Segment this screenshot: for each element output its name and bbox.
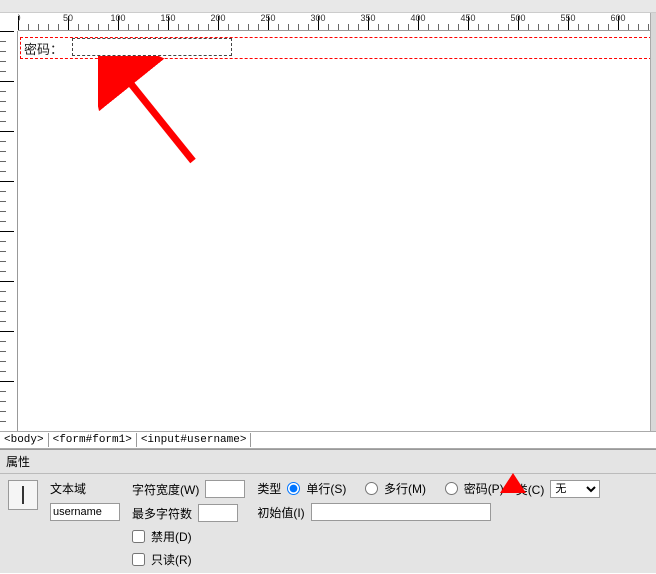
password-label: 密码： [24, 39, 63, 58]
tag-body[interactable]: <body> [0, 433, 49, 447]
readonly-checkbox[interactable] [132, 553, 145, 566]
class-select[interactable]: 无 [550, 480, 600, 498]
max-chars-input[interactable] [198, 504, 238, 522]
initial-value-label: 初始值(I) [257, 504, 304, 521]
type-password-label: 密码(P) [464, 480, 504, 497]
tag-selector-breadcrumb: <body> <form#form1> <input#username> [0, 431, 656, 449]
type-label: 类型 [257, 480, 281, 497]
tag-form[interactable]: <form#form1> [49, 433, 137, 447]
properties-title: 属性 [0, 450, 656, 474]
textfield-type-icon [8, 480, 38, 510]
type-single-radio[interactable] [287, 482, 300, 495]
textfield-placeholder[interactable] [72, 38, 232, 56]
disabled-label: 禁用(D) [151, 528, 192, 545]
textfield-label: 文本域 [50, 480, 120, 497]
horizontal-ruler: 050100150200250300350400450500550600650 [18, 13, 656, 31]
properties-panel: 属性 文本域 字符宽度(W) 最多字符数 禁用(D) 只读(R) [0, 449, 656, 573]
disabled-checkbox[interactable] [132, 530, 145, 543]
type-password-radio[interactable] [445, 482, 458, 495]
char-width-label: 字符宽度(W) [132, 481, 199, 498]
right-toolbar [650, 13, 656, 431]
char-width-input[interactable] [205, 480, 245, 498]
type-multi-label: 多行(M) [384, 480, 426, 497]
max-chars-label: 最多字符数 [132, 505, 192, 522]
readonly-label: 只读(R) [151, 551, 192, 568]
design-canvas[interactable]: 密码： [18, 31, 656, 431]
initial-value-input[interactable] [311, 503, 491, 521]
vertical-ruler [0, 31, 18, 431]
type-single-label: 单行(S) [306, 480, 346, 497]
tag-input[interactable]: <input#username> [137, 433, 252, 447]
textfield-name-input[interactable] [50, 503, 120, 521]
type-multi-radio[interactable] [365, 482, 378, 495]
class-label: 类(C) [516, 481, 545, 498]
top-menu-bar [0, 0, 656, 13]
annotation-arrow-icon [98, 56, 208, 176]
